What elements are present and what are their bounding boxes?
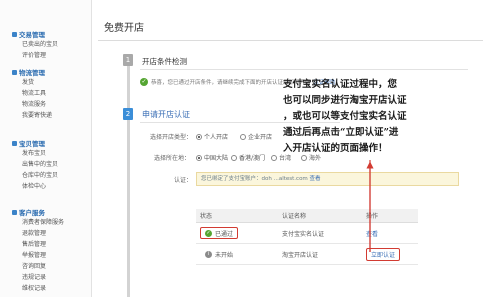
step-2-badge: 2 — [123, 108, 133, 120]
alipay-account: ...altest.com — [273, 176, 308, 182]
instruction-annotation: 支付宝实名认证过程中，您 也可以同步进行淘宝开店认证 ，或也可以等支付宝实名认证… — [283, 77, 467, 157]
sidebar-item[interactable]: 发货 — [12, 77, 90, 88]
sidebar: 交易管理 已卖出的宝贝 评价管理 物流管理 发货 物流工具 物流服务 我要寄快递… — [0, 0, 92, 297]
info-icon: i — [205, 250, 212, 258]
view-button[interactable]: 查看 — [366, 223, 378, 243]
sidebar-group-title[interactable]: 宝贝管理 — [12, 138, 90, 148]
sidebar-item[interactable]: 出售中的宝贝 — [12, 159, 90, 170]
sidebar-item[interactable]: 维权记录 — [12, 283, 90, 294]
box-icon — [12, 140, 17, 146]
radio-selected-icon — [196, 133, 202, 140]
header-divider — [98, 40, 483, 41]
step-1-divider — [140, 69, 468, 70]
sidebar-item[interactable]: 已卖出的宝贝 — [12, 39, 90, 50]
sidebar-item[interactable]: 评价管理 — [12, 50, 90, 61]
sidebar-item[interactable]: 体检中心 — [12, 181, 90, 192]
step-1-badge: 1 — [123, 54, 133, 66]
annotation-line: 通过后再点击“立即认证”进 — [283, 127, 399, 138]
sidebar-group-service: 客户服务 消费者保障服务 退款管理 售后管理 举报管理 咨询回复 违规记录 维权… — [12, 207, 90, 294]
sidebar-item[interactable]: 发布宝贝 — [12, 148, 90, 159]
verify-label: 认证： — [174, 177, 193, 184]
sidebar-group-logistics: 物流管理 发货 物流工具 物流服务 我要寄快递 — [12, 67, 90, 121]
sidebar-item[interactable]: 退款管理 — [12, 228, 90, 239]
status-cell: i 未开始 — [200, 244, 233, 264]
sidebar-group-title[interactable]: 交易管理 — [12, 29, 90, 39]
view-alipay-link[interactable]: 查看 — [310, 176, 321, 182]
service-icon — [12, 209, 17, 215]
sidebar-item[interactable]: 物流服务 — [12, 99, 90, 110]
verification-name: 支付宝实名认证 — [282, 230, 325, 238]
sidebar-item[interactable]: 售后管理 — [12, 239, 90, 250]
sidebar-item[interactable]: 我要寄快递 — [12, 110, 90, 121]
trade-icon — [12, 31, 17, 37]
sidebar-item[interactable]: 违规记录 — [12, 272, 90, 283]
region-mainland-radio[interactable]: 中国大陆 — [196, 153, 228, 162]
alipay-binding-notice: 您已绑定了支付宝账户：doh ...altest.com 查看 — [196, 172, 459, 186]
check-circle-icon: ✓ — [140, 78, 148, 86]
step-2-title: 申请开店认证 — [142, 110, 190, 119]
shop-type-enterprise-radio[interactable]: 企业开店 — [240, 132, 272, 141]
region-label: 选择所在地： — [154, 155, 191, 162]
status-cell: ✓ 已通过 — [200, 223, 239, 243]
radio-icon — [271, 154, 277, 161]
check-circle-icon: ✓ — [205, 229, 212, 237]
verification-name: 淘宝开店认证 — [282, 251, 319, 259]
column-header: 状态 — [200, 213, 213, 220]
step-timeline — [127, 56, 130, 297]
annotation-line: 也可以同步进行淘宝开店认证 — [283, 95, 407, 106]
shop-type-personal-radio[interactable]: 个人开店 — [196, 132, 228, 141]
sidebar-group-items: 宝贝管理 发布宝贝 出售中的宝贝 仓库中的宝贝 体检中心 — [12, 138, 90, 192]
page-title: 免费开店 — [104, 23, 144, 34]
sidebar-item[interactable]: 咨询回复 — [12, 261, 90, 272]
region-hkmacau-radio[interactable]: 香港/澳门 — [231, 153, 265, 162]
sidebar-item[interactable]: 举报管理 — [12, 250, 90, 261]
step-1-title: 开店条件检测 — [142, 57, 187, 66]
verify-now-button[interactable]: 立即认证 — [366, 247, 401, 261]
shop-type-label: 选择开店类型： — [150, 134, 193, 141]
truck-icon — [12, 69, 17, 75]
radio-icon — [240, 133, 246, 140]
sidebar-group-title[interactable]: 客户服务 — [12, 207, 90, 217]
sidebar-group-title[interactable]: 物流管理 — [12, 67, 90, 77]
annotation-line: 入开店认证的页面操作！ — [283, 143, 388, 154]
radio-icon — [231, 154, 237, 161]
sidebar-group-trade: 交易管理 已卖出的宝贝 评价管理 — [12, 29, 90, 61]
column-header: 操作 — [366, 213, 379, 220]
sidebar-item[interactable]: 物流工具 — [12, 88, 90, 99]
status-badge-passed: ✓ 已通过 — [200, 227, 239, 239]
annotation-line: 支付宝实名认证过程中，您 — [283, 79, 398, 90]
annotation-line: ，或也可以等支付宝实名认证 — [283, 111, 407, 122]
column-header: 认证名称 — [282, 213, 307, 220]
verification-table: 状态 认证名称 操作 ✓ 已通过 支付宝实名认证 查看 i 未开始 淘宝开店认证… — [196, 209, 418, 265]
sidebar-item[interactable]: 仓库中的宝贝 — [12, 170, 90, 181]
sidebar-item[interactable]: 消费者保障服务 — [12, 217, 90, 228]
table-row: ✓ 已通过 支付宝实名认证 查看 — [196, 223, 418, 244]
radio-selected-icon — [196, 154, 202, 161]
verify-now-cell: 立即认证 — [366, 244, 401, 264]
table-header: 状态 认证名称 操作 — [196, 209, 418, 223]
table-row: i 未开始 淘宝开店认证 立即认证 — [196, 244, 418, 265]
